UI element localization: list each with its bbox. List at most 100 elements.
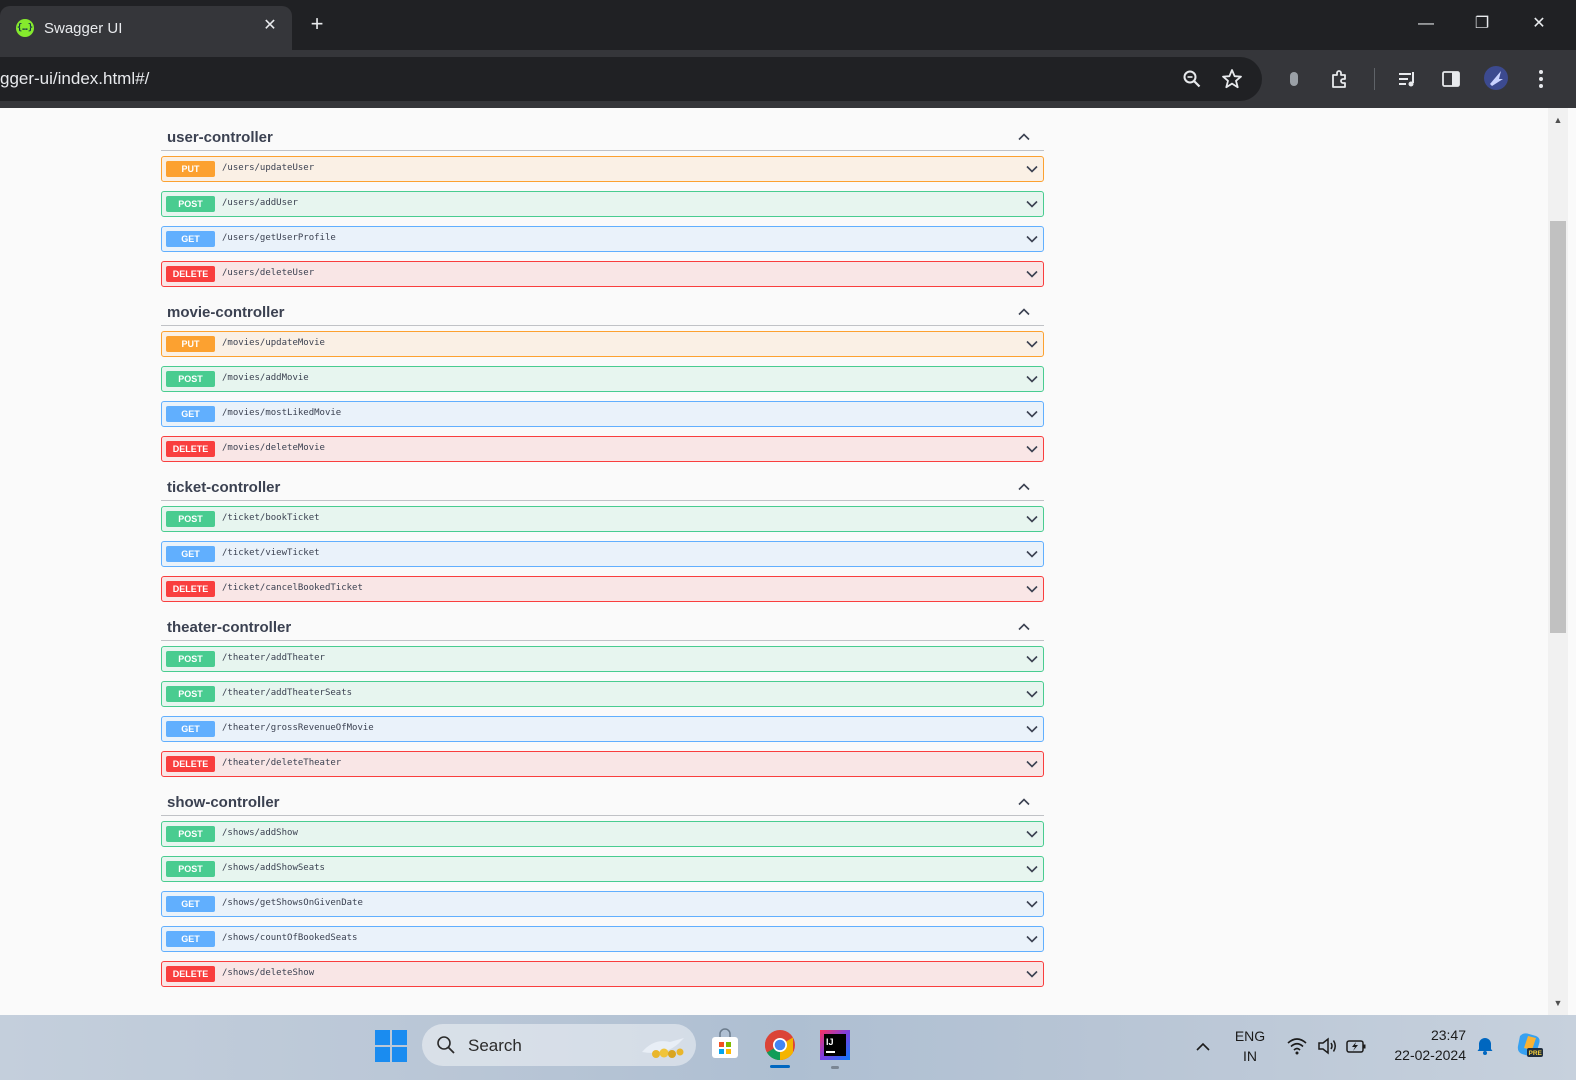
volume-icon[interactable]	[1316, 1035, 1338, 1057]
extensions-puzzle-icon[interactable]	[1327, 66, 1353, 92]
operation-row[interactable]: POST /shows/addShowSeats	[161, 856, 1044, 882]
expand-chevron-down-icon[interactable]	[1025, 722, 1039, 736]
method-badge: GET	[166, 546, 215, 562]
method-badge: POST	[166, 511, 215, 527]
page-scrollbar[interactable]: ▲ ▼	[1548, 108, 1568, 1015]
operation-row[interactable]: POST /theater/addTheater	[161, 646, 1044, 672]
theater-controller-section: theater-controller POST /theater/addThea…	[161, 613, 1044, 777]
browser-menu-icon[interactable]	[1528, 66, 1554, 92]
section-header[interactable]: theater-controller	[161, 613, 1044, 641]
media-controls-icon[interactable]	[1394, 66, 1420, 92]
extension-mouse-icon[interactable]	[1281, 66, 1307, 92]
expand-chevron-down-icon[interactable]	[1025, 337, 1039, 351]
expand-chevron-down-icon[interactable]	[1025, 162, 1039, 176]
expand-chevron-down-icon[interactable]	[1025, 407, 1039, 421]
expand-chevron-down-icon[interactable]	[1025, 687, 1039, 701]
swagger-page: user-controller PUT /users/updateUser PO…	[0, 108, 1548, 1015]
battery-charging-icon[interactable]	[1345, 1035, 1367, 1057]
minimize-button[interactable]: —	[1412, 12, 1440, 36]
operation-row[interactable]: PUT /users/updateUser	[161, 156, 1044, 182]
operation-row[interactable]: POST /theater/addTheaterSeats	[161, 681, 1044, 707]
collapse-chevron-up-icon[interactable]	[1016, 479, 1032, 495]
endpoint-path: /ticket/bookTicket	[222, 513, 320, 523]
svg-text:IJ: IJ	[826, 1037, 834, 1047]
taskbar-search-box[interactable]: Search	[422, 1024, 696, 1066]
collapse-chevron-up-icon[interactable]	[1016, 619, 1032, 635]
operation-row[interactable]: POST /movies/addMovie	[161, 366, 1044, 392]
tab-close-icon[interactable]: ✕	[260, 16, 280, 36]
expand-chevron-down-icon[interactable]	[1025, 197, 1039, 211]
collapse-chevron-up-icon[interactable]	[1016, 129, 1032, 145]
show-hidden-icons-chevron-icon[interactable]	[1192, 1036, 1214, 1058]
address-bar[interactable]: gger-ui/index.html#/	[0, 57, 1262, 101]
expand-chevron-down-icon[interactable]	[1025, 372, 1039, 386]
operation-row[interactable]: PUT /movies/updateMovie	[161, 331, 1044, 357]
operation-row[interactable]: POST /users/addUser	[161, 191, 1044, 217]
method-badge: PUT	[166, 161, 215, 177]
operation-row[interactable]: GET /shows/getShowsOnGivenDate	[161, 891, 1044, 917]
wifi-icon[interactable]	[1286, 1035, 1308, 1057]
microsoft-store-icon[interactable]	[708, 1028, 742, 1062]
close-window-button[interactable]: ✕	[1525, 12, 1553, 36]
search-icon	[437, 1036, 455, 1054]
section-header[interactable]: show-controller	[161, 788, 1044, 816]
expand-chevron-down-icon[interactable]	[1025, 232, 1039, 246]
operation-row[interactable]: GET /ticket/viewTicket	[161, 541, 1044, 567]
toolbar-separator	[1374, 68, 1375, 90]
section-header[interactable]: user-controller	[161, 123, 1044, 151]
operation-row[interactable]: POST /ticket/bookTicket	[161, 506, 1044, 532]
expand-chevron-down-icon[interactable]	[1025, 582, 1039, 596]
section-header[interactable]: ticket-controller	[161, 473, 1044, 501]
expand-chevron-down-icon[interactable]	[1025, 897, 1039, 911]
expand-chevron-down-icon[interactable]	[1025, 932, 1039, 946]
expand-chevron-down-icon[interactable]	[1025, 967, 1039, 981]
notification-bell-icon[interactable]	[1474, 1034, 1496, 1056]
endpoint-path: /shows/countOfBookedSeats	[222, 933, 358, 943]
browser-tab[interactable]: {…} Swagger UI ✕	[0, 6, 292, 50]
operation-row[interactable]: DELETE /shows/deleteShow	[161, 961, 1044, 987]
new-tab-button[interactable]: +	[305, 12, 329, 36]
language-code: ENG	[1234, 1028, 1266, 1044]
collapse-chevron-up-icon[interactable]	[1016, 304, 1032, 320]
endpoint-path: /theater/addTheater	[222, 653, 325, 663]
expand-chevron-down-icon[interactable]	[1025, 442, 1039, 456]
clock-date: 22-02-2024	[1394, 1047, 1466, 1063]
operation-row[interactable]: DELETE /movies/deleteMovie	[161, 436, 1044, 462]
windows-start-icon[interactable]	[375, 1030, 407, 1062]
method-badge: DELETE	[166, 966, 215, 982]
operation-row[interactable]: GET /shows/countOfBookedSeats	[161, 926, 1044, 952]
method-badge: POST	[166, 651, 215, 667]
section-title: show-controller	[167, 794, 280, 811]
expand-chevron-down-icon[interactable]	[1025, 757, 1039, 771]
chrome-icon[interactable]	[763, 1028, 797, 1062]
operation-row[interactable]: POST /shows/addShow	[161, 821, 1044, 847]
side-panel-icon[interactable]	[1438, 66, 1464, 92]
expand-chevron-down-icon[interactable]	[1025, 652, 1039, 666]
copilot-preview-icon[interactable]: PRE	[1514, 1030, 1544, 1060]
expand-chevron-down-icon[interactable]	[1025, 862, 1039, 876]
expand-chevron-down-icon[interactable]	[1025, 512, 1039, 526]
profile-avatar-icon[interactable]	[1483, 65, 1509, 91]
intellij-idea-icon[interactable]: IJ	[818, 1028, 852, 1062]
expand-chevron-down-icon[interactable]	[1025, 827, 1039, 841]
operation-row[interactable]: DELETE /theater/deleteTheater	[161, 751, 1044, 777]
expand-chevron-down-icon[interactable]	[1025, 547, 1039, 561]
bookmark-star-icon[interactable]	[1219, 66, 1245, 92]
endpoint-path: /movies/mostLikedMovie	[222, 408, 342, 418]
scrollbar-thumb[interactable]	[1550, 221, 1566, 633]
operation-row[interactable]: DELETE /users/deleteUser	[161, 261, 1044, 287]
zoom-icon[interactable]	[1179, 66, 1205, 92]
clock[interactable]: 23:47 22-02-2024	[1384, 1025, 1466, 1065]
collapse-chevron-up-icon[interactable]	[1016, 794, 1032, 810]
operation-row[interactable]: GET /users/getUserProfile	[161, 226, 1044, 252]
expand-chevron-down-icon[interactable]	[1025, 267, 1039, 281]
url-text[interactable]: gger-ui/index.html#/	[0, 69, 149, 89]
language-indicator[interactable]: ENG IN	[1230, 1026, 1270, 1066]
restore-button[interactable]: ❐	[1468, 12, 1496, 36]
operation-row[interactable]: GET /theater/grossRevenueOfMovie	[161, 716, 1044, 742]
scroll-up-arrow-icon[interactable]: ▲	[1552, 114, 1564, 126]
operation-row[interactable]: GET /movies/mostLikedMovie	[161, 401, 1044, 427]
scroll-down-arrow-icon[interactable]: ▼	[1552, 997, 1564, 1009]
section-header[interactable]: movie-controller	[161, 298, 1044, 326]
operation-row[interactable]: DELETE /ticket/cancelBookedTicket	[161, 576, 1044, 602]
